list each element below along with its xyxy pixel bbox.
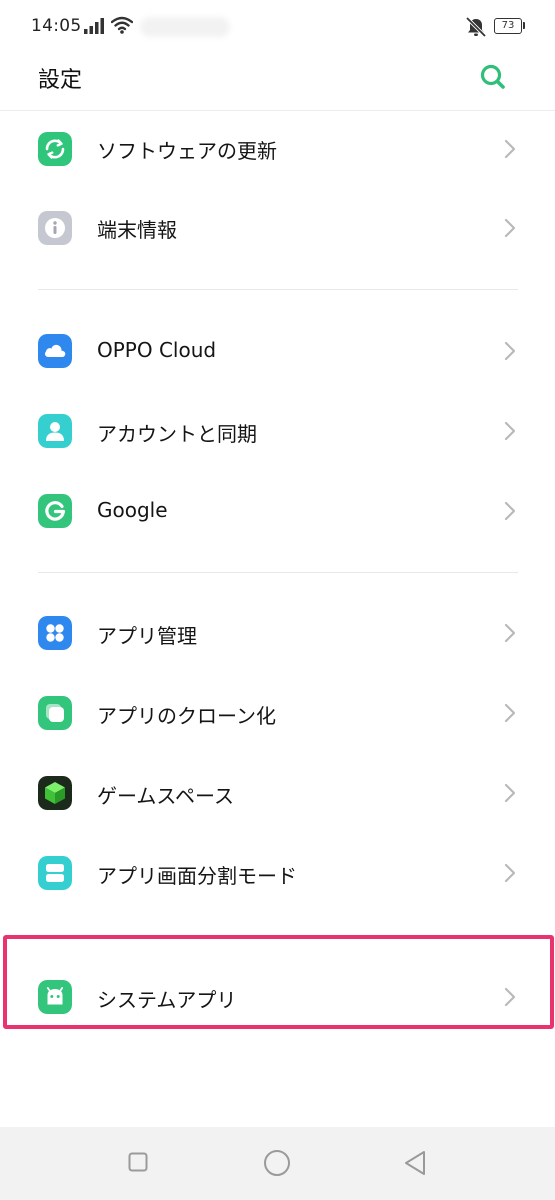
item-label: OPPO Cloud bbox=[97, 338, 217, 362]
item-label: ゲームスペース bbox=[97, 784, 234, 808]
list-item-oppo-cloud[interactable]: OPPO Cloud bbox=[0, 312, 555, 392]
cloud-icon bbox=[38, 334, 72, 368]
list-item-app-management[interactable]: アプリ管理 bbox=[0, 594, 555, 674]
blurred-notification bbox=[140, 17, 230, 37]
item-label: アプリ管理 bbox=[97, 624, 197, 648]
chevron-right-icon bbox=[504, 501, 516, 521]
mute-notification-icon bbox=[465, 16, 487, 38]
chevron-right-icon bbox=[504, 703, 516, 723]
list-item-account-sync[interactable]: アカウントと同期 bbox=[0, 392, 555, 472]
navigation-bar bbox=[0, 1127, 555, 1200]
chevron-right-icon bbox=[504, 139, 516, 159]
chevron-right-icon bbox=[504, 783, 516, 803]
chevron-right-icon bbox=[504, 218, 516, 238]
page-title: 設定 bbox=[38, 68, 83, 93]
list-item-split-screen[interactable]: アプリ画面分割モード bbox=[0, 834, 555, 914]
list-item-software-update[interactable]: ソフトウェアの更新 bbox=[0, 109, 555, 189]
software-update-icon bbox=[38, 132, 72, 166]
section-divider bbox=[38, 572, 518, 573]
header: 設定 bbox=[0, 54, 555, 111]
battery-indicator: 73 bbox=[494, 18, 525, 34]
list-item-game-space[interactable]: ゲームスペース bbox=[0, 754, 555, 834]
item-label: アカウントと同期 bbox=[97, 422, 257, 446]
item-label: アプリのクローン化 bbox=[97, 704, 276, 728]
list-item-app-clone[interactable]: アプリのクローン化 bbox=[0, 674, 555, 754]
battery-cap bbox=[523, 22, 525, 29]
highlight-box bbox=[3, 935, 554, 1029]
item-label: Google bbox=[97, 498, 168, 522]
chevron-right-icon bbox=[504, 341, 516, 361]
list-item-google[interactable]: Google bbox=[0, 472, 555, 552]
item-label: 端末情報 bbox=[97, 218, 177, 242]
back-icon[interactable] bbox=[403, 1149, 427, 1177]
recents-icon[interactable] bbox=[128, 1152, 148, 1172]
info-icon bbox=[38, 211, 72, 245]
chevron-right-icon bbox=[504, 863, 516, 883]
item-label: ソフトウェアの更新 bbox=[97, 139, 277, 163]
app-clone-icon bbox=[38, 696, 72, 730]
status-bar: 14:05 73 bbox=[0, 0, 555, 54]
item-label: アプリ画面分割モード bbox=[97, 864, 297, 888]
game-space-icon bbox=[38, 776, 72, 810]
google-icon bbox=[38, 494, 72, 528]
app-management-icon bbox=[38, 616, 72, 650]
section-divider bbox=[38, 289, 518, 290]
chevron-right-icon bbox=[504, 623, 516, 643]
chevron-right-icon bbox=[504, 421, 516, 441]
account-icon bbox=[38, 414, 72, 448]
battery-level: 73 bbox=[494, 18, 522, 34]
wifi-icon bbox=[111, 16, 133, 34]
search-icon[interactable] bbox=[476, 60, 510, 94]
list-item-device-info[interactable]: 端末情報 bbox=[0, 189, 555, 269]
home-icon[interactable] bbox=[263, 1149, 291, 1177]
status-time: 14:05 bbox=[31, 16, 82, 36]
signal-icon bbox=[84, 18, 104, 34]
split-screen-icon bbox=[38, 856, 72, 890]
